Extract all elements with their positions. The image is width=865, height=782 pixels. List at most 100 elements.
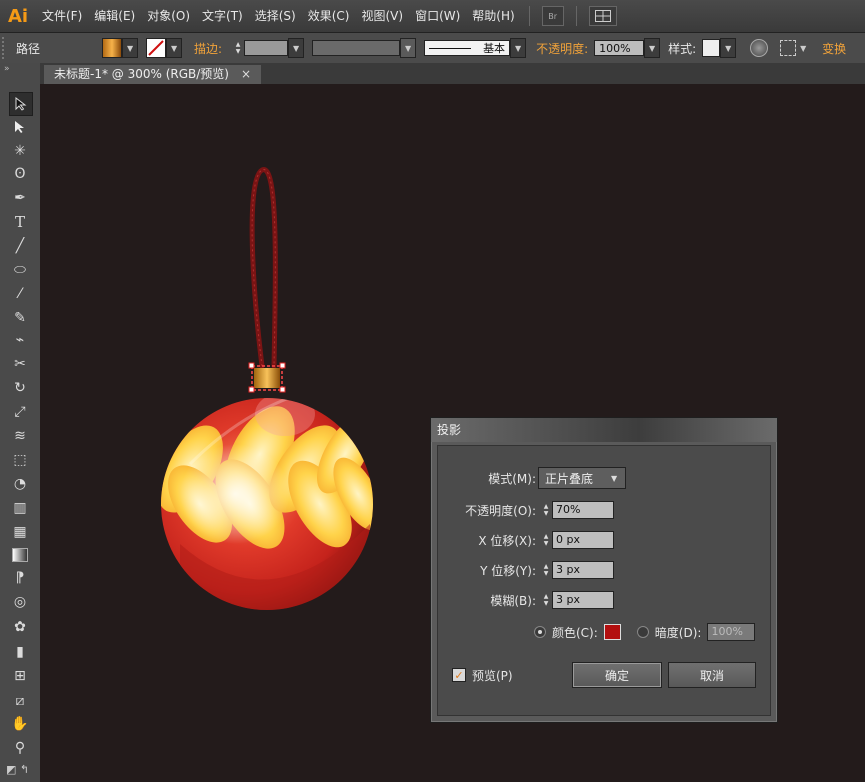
column-graph-tool-icon[interactable]: ▮ [9,641,31,663]
direct-selection-tool-icon[interactable] [9,116,31,138]
magic-wand-tool-icon[interactable]: ✳ [9,140,31,162]
tools-panel: » ✳ ʘ ✒ T ╱ ⬭ ⁄ ✎ ⌁ ✂ ↻ ⤢ ≋ ⬚ ◔ ▥ ▦ ⁋ ◎ … [0,63,41,782]
fill-dropdown-icon[interactable]: ▼ [122,38,139,58]
menu-file[interactable]: 文件(F) [36,0,88,32]
scale-tool-icon[interactable]: ⤢ [9,401,31,423]
mode-label: 模式(M): [488,471,536,486]
menu-type[interactable]: 文字(T) [196,0,249,32]
shadow-color-swatch[interactable] [603,624,621,640]
variable-width-dropdown-icon[interactable]: ▼ [400,38,417,58]
style-label: 样式: [668,41,697,56]
eyedropper-tool-icon[interactable]: ⁋ [9,567,31,589]
menu-divider [528,6,530,26]
type-tool-icon[interactable]: T [9,211,31,233]
app-logo: Ai [7,5,29,27]
stroke-none-swatch[interactable] [146,38,167,58]
recolor-icon[interactable] [750,39,769,57]
panel-collapse-icon[interactable]: » [4,64,10,74]
grip-handle[interactable] [2,37,10,59]
menu-view[interactable]: 视图(V) [355,0,409,32]
close-tab-icon[interactable]: × [241,65,251,84]
document-tab-title: 未标题-1* @ 300% (RGB/预览) [54,67,229,81]
menu-select[interactable]: 选择(S) [249,0,302,32]
fill-swatch[interactable] [102,38,123,58]
color-radio[interactable] [534,626,546,638]
preview-label[interactable]: 预览(P) [472,667,513,684]
hand-tool-icon[interactable]: ✋ [9,713,31,735]
menu-help[interactable]: 帮助(H) [466,0,520,32]
blur-stepper[interactable]: ▲ ▼ [540,591,552,609]
width-tool-icon[interactable]: ≋ [9,425,31,447]
rotate-tool-icon[interactable]: ↻ [9,377,31,399]
align-dropdown-icon[interactable]: ▼ [796,39,810,57]
menu-divider [575,6,577,26]
blend-mode-select[interactable]: 正片叠底 ▼ [538,467,626,489]
graphic-style-dropdown-icon[interactable]: ▼ [720,38,737,58]
cancel-button[interactable]: 取消 [668,662,756,688]
free-transform-tool-icon[interactable]: ⬚ [9,449,31,471]
brush-style-dropdown-icon[interactable]: ▼ [510,38,527,58]
variable-width-field[interactable] [312,40,401,56]
menu-window[interactable]: 窗口(W) [409,0,466,32]
graphic-style-swatch[interactable] [702,39,721,57]
stroke-label[interactable]: 描边: [188,40,228,57]
shape-builder-tool-icon[interactable]: ◔ [9,473,31,495]
y-offset-input[interactable]: 3 px [552,561,614,579]
object-type-label: 路径 [16,41,41,56]
blur-label: 模糊(B): [490,593,536,608]
opacity-label: 不透明度(O): [465,503,536,518]
arrange-documents-icon[interactable] [588,6,617,26]
symbol-sprayer-tool-icon[interactable]: ✿ [9,616,31,638]
ok-button[interactable]: 确定 [572,662,662,688]
zoom-tool-icon[interactable]: ⚲ [9,737,31,759]
document-tab[interactable]: 未标题-1* @ 300% (RGB/预览) × [44,65,262,84]
bridge-button[interactable]: Br [541,6,564,26]
opacity-field[interactable]: 100% [594,40,645,56]
brush-style-field[interactable]: 基本 [424,40,511,56]
opacity-stepper[interactable]: ▲ ▼ [540,501,552,519]
ornament-cord [249,167,278,369]
dialog-title[interactable]: 投影 [431,418,777,442]
lasso-tool-icon[interactable]: ʘ [9,163,31,185]
blur-input[interactable]: 3 px [552,591,614,609]
menu-effect[interactable]: 效果(C) [302,0,356,32]
menu-edit[interactable]: 编辑(E) [88,0,141,32]
menu-object[interactable]: 对象(O) [141,0,196,32]
pencil-tool-icon[interactable]: ✎ [9,307,31,329]
pen-tool-icon[interactable]: ✒ [9,187,31,209]
document-tab-strip: 未标题-1* @ 300% (RGB/预览) × [40,63,865,85]
x-offset-input[interactable]: 0 px [552,531,614,549]
darkness-input: 100% [707,623,756,641]
preview-checkbox[interactable]: ✓ [452,668,466,682]
align-icon[interactable] [780,40,797,56]
blob-brush-tool-icon[interactable]: ⌁ [9,329,31,351]
y-offset-stepper[interactable]: ▲ ▼ [540,561,552,579]
perspective-grid-tool-icon[interactable]: ▥ [9,497,31,519]
scissors-tool-icon[interactable]: ✂ [9,353,31,375]
artboard-tool-icon[interactable]: ⊞ [9,665,31,687]
transform-link[interactable]: 变换 [816,40,852,57]
slice-tool-icon[interactable]: ⧄ [9,690,31,712]
opacity-label[interactable]: 不透明度: [530,40,594,57]
mesh-tool-icon[interactable]: ▦ [9,521,31,543]
ellipse-tool-icon[interactable]: ⬭ [9,259,31,281]
gradient-tool-icon[interactable] [9,544,31,566]
y-offset-label: Y 位移(Y): [480,563,536,578]
stroke-weight-dropdown-icon[interactable]: ▼ [288,38,305,58]
chevron-down-icon: ▼ [611,473,618,483]
selection-tool-icon[interactable] [9,92,33,116]
control-bar: 路径 ▼ ▼ 描边: ▲ ▼ ▼ ▼ 基本 ▼ 不透明度: 100% ▼ 样式: … [0,33,865,64]
stroke-weight-stepper[interactable]: ▲ ▼ [232,39,244,57]
x-offset-label: X 位移(X): [478,533,536,548]
blend-tool-icon[interactable]: ◎ [9,591,31,613]
opacity-dropdown-icon[interactable]: ▼ [644,38,661,58]
line-tool-icon[interactable]: ╱ [9,235,31,257]
darkness-radio[interactable] [636,626,649,638]
paintbrush-tool-icon[interactable]: ⁄ [9,283,31,305]
stroke-dropdown-icon[interactable]: ▼ [166,38,183,58]
x-offset-stepper[interactable]: ▲ ▼ [540,531,552,549]
fill-stroke-swap-icon[interactable]: ◩ ↰ [6,763,34,779]
opacity-input[interactable]: 70% [552,501,614,519]
stroke-weight-field[interactable] [244,40,289,56]
brush-style-label: 基本 [483,42,506,55]
